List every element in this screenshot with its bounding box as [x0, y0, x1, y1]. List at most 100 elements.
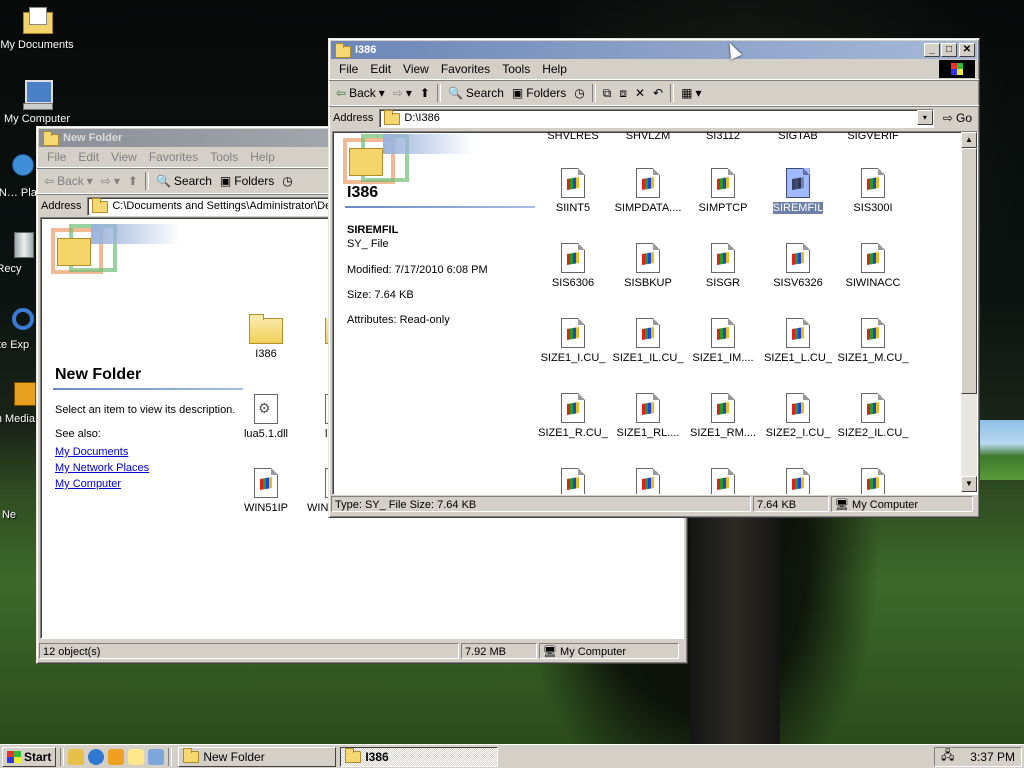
- task-label: New Folder: [203, 749, 265, 764]
- file-item[interactable]: lu: [295, 394, 331, 440]
- folder-watermark-icon: [45, 224, 185, 274]
- folder-icon: [335, 42, 351, 58]
- file-item[interactable]: [828, 468, 918, 494]
- search-button[interactable]: 🔍 Search: [445, 85, 507, 101]
- history-button[interactable]: ◷: [279, 173, 295, 189]
- start-button[interactable]: Start: [2, 746, 57, 767]
- address-dropdown-button[interactable]: ▾: [916, 109, 933, 125]
- maximize-button[interactable]: □: [941, 43, 957, 57]
- scroll-up-button[interactable]: ▲: [961, 132, 977, 148]
- file-name: SIZE1_I.CU_: [540, 352, 606, 364]
- outlook-express-quicklaunch-icon[interactable]: [128, 748, 145, 765]
- views-icon: ▦: [681, 86, 693, 100]
- folder-icon: [92, 198, 109, 213]
- show-desktop-quicklaunch-icon[interactable]: [148, 748, 165, 765]
- link-my-documents[interactable]: My Documents: [55, 446, 149, 458]
- scroll-down-button[interactable]: ▼: [961, 476, 977, 492]
- history-button[interactable]: ◷: [571, 85, 587, 101]
- file-item[interactable]: [293, 318, 333, 348]
- file-item[interactable]: SIGVERIF: [828, 132, 918, 142]
- menu-edit[interactable]: Edit: [72, 148, 105, 166]
- taskbar-separator: [60, 747, 65, 766]
- go-button[interactable]: ⇨ Go: [940, 110, 975, 126]
- file-name: SISV6326: [773, 277, 823, 289]
- up-folder-button[interactable]: ⬆: [417, 85, 433, 101]
- vertical-scrollbar[interactable]: ▲ ▼: [961, 132, 977, 492]
- address-value: C:\Documents and Settings\Administrator\…: [112, 200, 337, 212]
- folders-button[interactable]: ▣ Folders: [509, 85, 569, 101]
- link-my-network-places[interactable]: My Network Places: [55, 462, 149, 474]
- menu-edit[interactable]: Edit: [364, 60, 397, 78]
- setup-file-icon: [636, 468, 660, 494]
- move-to-button[interactable]: ⧉: [600, 85, 615, 102]
- desktop-icon-my-documents[interactable]: My Documents: [0, 4, 82, 51]
- explorer-quicklaunch-icon[interactable]: [68, 748, 85, 765]
- back-label: Back: [57, 174, 84, 188]
- folders-button[interactable]: ▣ Folders: [217, 173, 277, 189]
- toolbar-separator: [591, 84, 596, 102]
- scroll-thumb[interactable]: [961, 148, 977, 394]
- status-size: 7.92 MB: [461, 643, 537, 659]
- file-name: SHVLZM: [625, 131, 671, 142]
- up-folder-icon: ⬆: [127, 174, 138, 188]
- menu-help[interactable]: Help: [244, 148, 281, 166]
- setup-file-icon: [786, 468, 810, 494]
- start-label: Start: [24, 749, 52, 764]
- menu-view[interactable]: View: [105, 148, 143, 166]
- search-button[interactable]: 🔍 Search: [153, 173, 215, 189]
- internet-explorer-quicklaunch-icon[interactable]: [88, 748, 105, 765]
- meadow: [980, 420, 1024, 480]
- menu-file[interactable]: File: [333, 60, 364, 78]
- panel-title: I386: [347, 184, 379, 201]
- delete-button[interactable]: ✕: [632, 85, 648, 101]
- copy-to-button[interactable]: ⧈: [616, 85, 630, 102]
- back-arrow-icon: ⇦: [44, 174, 55, 188]
- desktop-icon-label: Ne: [1, 509, 17, 521]
- back-button[interactable]: ⇦ Back ▾: [333, 85, 388, 101]
- menu-file[interactable]: File: [41, 148, 72, 166]
- my-computer-icon: 🖥: [835, 499, 849, 511]
- menu-favorites[interactable]: Favorites: [435, 60, 496, 78]
- task-i386[interactable]: I386: [340, 746, 499, 767]
- setup-file-icon: [711, 393, 735, 423]
- file-name: SIZE1_RL....: [616, 427, 680, 439]
- history-icon: ◷: [282, 174, 293, 188]
- undo-button[interactable]: ↶: [650, 85, 666, 101]
- back-button[interactable]: ⇦ Back ▾: [41, 173, 96, 189]
- i386-titlebar[interactable]: I386 _ □ ✕: [331, 41, 977, 59]
- up-folder-button[interactable]: ⬆: [125, 173, 141, 189]
- setup-file-icon: [561, 243, 585, 273]
- menu-tools[interactable]: Tools: [204, 148, 244, 166]
- status-zone: 🖥 My Computer: [831, 496, 973, 512]
- folders-label: Folders: [234, 174, 275, 188]
- views-button[interactable]: ▦ ▾: [678, 85, 704, 101]
- minimize-button[interactable]: _: [924, 43, 940, 57]
- up-folder-icon: ⬆: [419, 86, 430, 100]
- task-new-folder[interactable]: New Folder: [178, 746, 337, 767]
- menu-help[interactable]: Help: [536, 60, 573, 78]
- setup-file-icon: [636, 318, 660, 348]
- menu-view[interactable]: View: [397, 60, 435, 78]
- menu-tools[interactable]: Tools: [496, 60, 536, 78]
- desktop-icon-my-computer[interactable]: My Computer: [0, 78, 82, 125]
- file-item[interactable]: WIN: [295, 468, 331, 514]
- menu-favorites[interactable]: Favorites: [143, 148, 204, 166]
- file-item[interactable]: SIWINACC: [828, 243, 918, 289]
- file-item[interactable]: SIS300I: [828, 168, 918, 214]
- close-button[interactable]: ✕: [959, 43, 975, 57]
- forward-button[interactable]: ⇨ ▾: [390, 85, 415, 101]
- clock[interactable]: 3:37 PM: [970, 750, 1015, 764]
- setup-file-icon: [254, 468, 278, 498]
- forward-button[interactable]: ⇨ ▾: [98, 173, 123, 189]
- taskbar-separator: [168, 747, 173, 766]
- i386-content: I386 SIREMFIL SY_ File Modified: 7/17/20…: [332, 131, 978, 495]
- file-item[interactable]: SIZE2_IL.CU_: [828, 393, 918, 439]
- network-tray-icon[interactable]: 🖧: [941, 746, 954, 767]
- my-computer-icon: 🖥: [543, 646, 557, 658]
- link-my-computer[interactable]: My Computer: [55, 478, 149, 490]
- toolbar-separator: [670, 84, 675, 102]
- media-player-quicklaunch-icon[interactable]: [108, 748, 125, 765]
- file-item[interactable]: SIZE1_M.CU_: [828, 318, 918, 364]
- address-field[interactable]: D:\I386 ▾: [379, 108, 934, 128]
- i386-window[interactable]: I386 _ □ ✕ File Edit View Favorites Tool…: [328, 38, 980, 518]
